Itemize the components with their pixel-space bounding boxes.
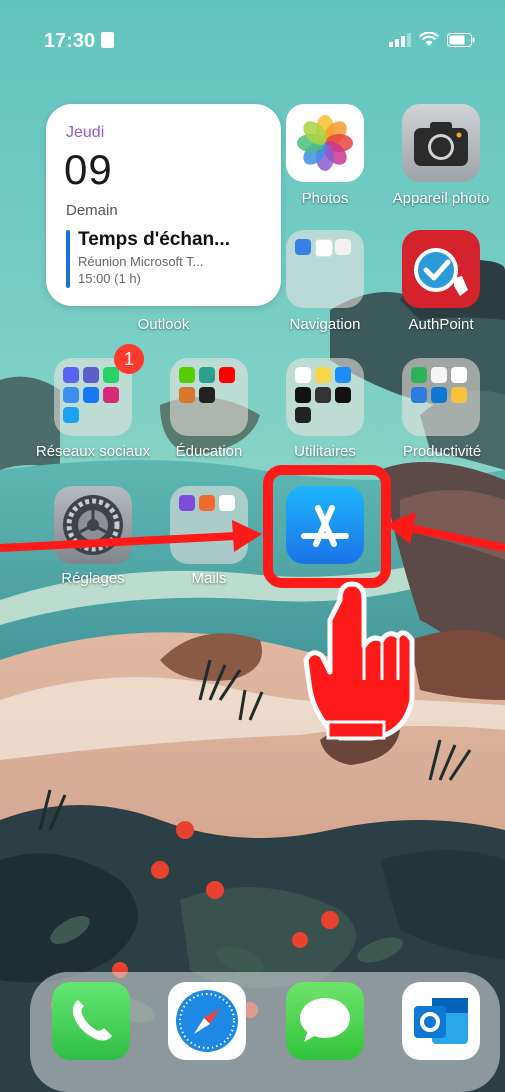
maps-icon bbox=[315, 239, 333, 257]
outlook-widget[interactable]: Jeudi 09 Demain Temps d'échan... Réunion… bbox=[46, 104, 281, 306]
outlook-app[interactable] bbox=[402, 982, 480, 1060]
camera-app[interactable] bbox=[402, 104, 480, 182]
status-bar: 17:30 bbox=[44, 30, 475, 54]
youtube-icon bbox=[219, 367, 235, 383]
waze-icon bbox=[295, 239, 311, 255]
widget-subtitle: Demain bbox=[66, 202, 118, 219]
authpoint-label: AuthPoint bbox=[408, 316, 474, 333]
safari-app[interactable] bbox=[168, 982, 246, 1060]
authpoint-icon bbox=[414, 248, 468, 296]
mail-icon bbox=[179, 495, 195, 511]
signal-app-icon bbox=[63, 387, 79, 403]
mails-folder[interactable] bbox=[170, 486, 248, 564]
photos-app[interactable] bbox=[286, 104, 364, 182]
status-icons bbox=[389, 32, 475, 47]
camera-label: Appareil photo bbox=[392, 190, 490, 207]
app-icon bbox=[335, 387, 351, 403]
duolingo-icon bbox=[179, 367, 195, 383]
app-icon bbox=[431, 367, 447, 383]
status-time: 17:30 bbox=[44, 30, 115, 53]
app-store-app[interactable] bbox=[286, 486, 364, 564]
widget-date: 09 bbox=[64, 146, 113, 193]
widget-day: Jeudi bbox=[66, 124, 105, 141]
productivity-label: Productivité bbox=[402, 443, 482, 460]
facebook-icon bbox=[83, 387, 99, 403]
widget-label: Outlook bbox=[137, 316, 190, 333]
signal-icon bbox=[389, 32, 411, 47]
app-icon bbox=[199, 367, 215, 383]
chat-bubble-icon bbox=[300, 998, 350, 1042]
onedrive-icon bbox=[431, 387, 447, 403]
event-title: Temps d'échan... bbox=[78, 229, 230, 250]
wifi-icon bbox=[419, 32, 439, 46]
voice-memos-icon bbox=[295, 387, 311, 403]
mails-label: Mails bbox=[191, 570, 227, 587]
battery-icon bbox=[447, 32, 475, 47]
notes-icon bbox=[315, 367, 331, 383]
gear-icon bbox=[63, 495, 123, 555]
app-icon bbox=[295, 407, 311, 423]
phone-icon bbox=[72, 1000, 112, 1041]
phone-app[interactable] bbox=[52, 982, 130, 1060]
settings-label: Réglages bbox=[61, 570, 125, 587]
whatsapp-icon bbox=[103, 367, 119, 383]
files-icon bbox=[335, 367, 351, 383]
app-icon bbox=[335, 239, 351, 255]
authpoint-app[interactable] bbox=[402, 230, 480, 308]
photos-label: Photos bbox=[301, 190, 349, 207]
home-screen: 17:30 Jeudi 09 Demain Temps d'échan... R… bbox=[0, 0, 505, 1092]
event-color-bar bbox=[66, 230, 70, 288]
app-icon bbox=[179, 387, 195, 403]
utilities-folder[interactable] bbox=[286, 358, 364, 436]
reminders-icon bbox=[295, 367, 311, 383]
instagram-icon bbox=[103, 387, 119, 403]
app-icon bbox=[411, 367, 427, 383]
utilities-label: Utilitaires bbox=[294, 443, 356, 460]
productivity-folder[interactable] bbox=[402, 358, 480, 436]
navigation-label: Navigation bbox=[289, 316, 361, 333]
messages-app[interactable] bbox=[286, 982, 364, 1060]
app-icon bbox=[451, 387, 467, 403]
gmail-icon bbox=[219, 495, 235, 511]
app-icon bbox=[63, 407, 79, 423]
notification-badge: 1 bbox=[114, 344, 144, 374]
mail-icon bbox=[199, 495, 215, 511]
navigation-folder[interactable] bbox=[286, 230, 364, 308]
sim-icon bbox=[101, 32, 115, 48]
photos-icon bbox=[297, 115, 353, 171]
app-icon bbox=[199, 387, 215, 403]
app-store-icon bbox=[301, 505, 349, 547]
camera-icon bbox=[414, 122, 468, 166]
education-label: Éducation bbox=[175, 443, 243, 460]
event-detail: Réunion Microsoft T... bbox=[78, 254, 204, 269]
discord-icon bbox=[63, 367, 79, 383]
calculator-icon bbox=[315, 387, 331, 403]
teams-icon bbox=[83, 367, 99, 383]
compass-icon bbox=[176, 990, 238, 1052]
education-folder[interactable] bbox=[170, 358, 248, 436]
app-icon bbox=[451, 367, 467, 383]
social-label: Réseaux sociaux bbox=[35, 443, 151, 460]
settings-app[interactable] bbox=[54, 486, 132, 564]
event-time: 15:00 (1 h) bbox=[78, 271, 141, 286]
clock: 17:30 bbox=[44, 30, 96, 52]
outlook-icon bbox=[414, 998, 468, 1044]
app-icon bbox=[411, 387, 427, 403]
